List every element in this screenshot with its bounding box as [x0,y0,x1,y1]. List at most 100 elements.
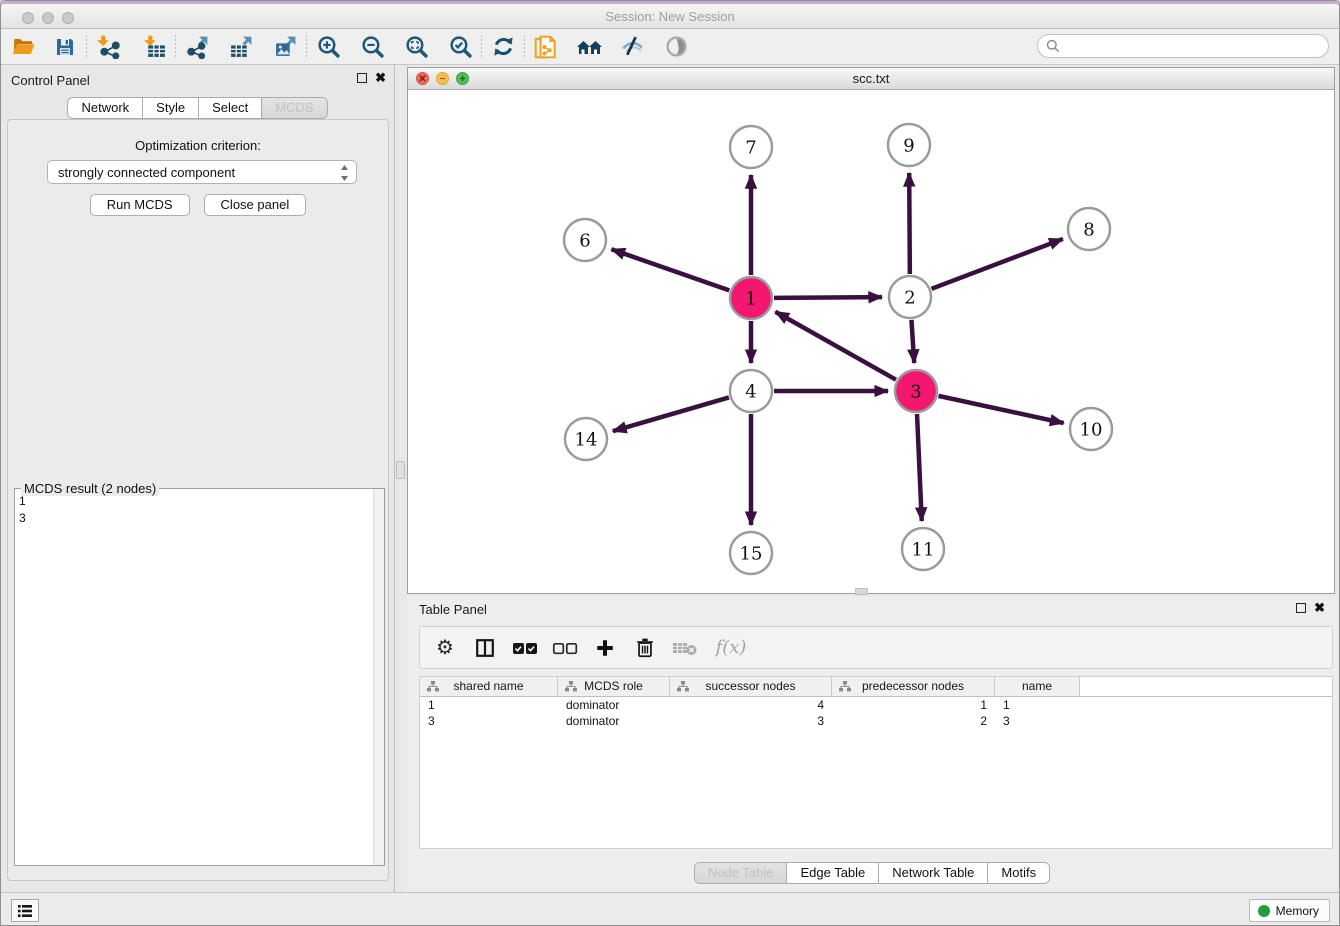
show-hidden-icon[interactable] [662,33,690,61]
criterion-dropdown[interactable]: strongly connected component [47,160,357,184]
network-window-titlebar[interactable]: ✕ − + scc.txt [408,68,1334,90]
table-cell[interactable]: 3 [995,713,1080,729]
table-cell[interactable]: 1 [832,697,995,713]
tab-select[interactable]: Select [198,98,261,118]
edge-2-3[interactable] [911,320,914,363]
edge-3-1[interactable] [775,312,896,380]
node-15[interactable]: 15 [730,532,772,574]
memory-button[interactable]: Memory [1249,899,1330,922]
tab-edge-table[interactable]: Edge Table [786,863,878,883]
optimization-criterion-label: Optimization criterion: [8,138,388,153]
node-10[interactable]: 10 [1070,408,1112,450]
select-all-icon[interactable] [512,635,538,661]
table-cell[interactable]: dominator [558,713,670,729]
node-8[interactable]: 8 [1068,208,1110,250]
table-cell[interactable]: 1 [995,697,1080,713]
table-body: 1dominator4113dominator323 [420,697,1332,848]
close-panel-icon[interactable]: ✖ [375,73,386,83]
save-session-icon[interactable] [51,33,79,61]
node-label: 2 [904,288,915,309]
table-cell[interactable]: 4 [670,697,832,713]
column-header-shared-name[interactable]: shared name [420,677,558,696]
delete-column-icon[interactable] [632,635,658,661]
search-field[interactable] [1037,34,1329,58]
table-settings-icon[interactable]: ⚙ [432,635,458,661]
table-close-icon[interactable]: ✖ [1314,603,1325,613]
application-window: Session: New Session [0,0,1340,926]
edge-3-10[interactable] [938,396,1063,423]
edge-3-11[interactable] [917,414,922,521]
export-table-icon[interactable] [227,33,255,61]
zoom-selected-icon[interactable] [446,33,474,61]
new-network-from-selection-icon[interactable] [532,33,560,61]
mcds-result-text[interactable]: 1 3 [19,493,26,527]
export-network-icon[interactable] [183,33,211,61]
column-header-successor-nodes[interactable]: successor nodes [670,677,832,696]
node-2[interactable]: 2 [889,276,931,318]
tab-network-table[interactable]: Network Table [878,863,987,883]
tab-network[interactable]: Network [68,98,142,118]
table-float-icon[interactable] [1296,603,1306,613]
add-column-icon[interactable] [592,635,618,661]
titlebar: Session: New Session [1,1,1339,29]
node-label: 11 [912,540,935,561]
tab-mcds[interactable]: MCDS [261,98,326,118]
node-9[interactable]: 9 [888,124,930,166]
run-mcds-button[interactable]: Run MCDS [90,194,190,216]
import-table-icon[interactable] [140,33,168,61]
tab-style[interactable]: Style [142,98,198,118]
table-row[interactable]: 1dominator411 [420,697,1332,713]
edge-2-9[interactable] [909,173,910,274]
main-toolbar [1,29,1339,65]
float-panel-icon[interactable] [357,73,367,83]
table-cell[interactable]: dominator [558,697,670,713]
node-4[interactable]: 4 [730,370,772,412]
window-title: Session: New Session [1,9,1339,24]
zoom-out-icon[interactable] [358,33,386,61]
toggle-column-view-icon[interactable] [472,635,498,661]
column-header-MCDS-role[interactable]: MCDS role [558,677,670,696]
apply-layout-icon[interactable] [489,33,517,61]
tab-node-table[interactable]: Node Table [695,863,787,883]
table-cell[interactable]: 2 [832,713,995,729]
panel-divider-grip[interactable] [396,461,405,479]
edge-1-2[interactable] [774,297,882,298]
zoom-fit-content-icon[interactable] [402,33,430,61]
node-3[interactable]: 3 [895,370,937,412]
node-7[interactable]: 7 [730,126,772,168]
result-scrollbar[interactable] [373,489,384,865]
node-14[interactable]: 14 [565,418,607,460]
table-cell[interactable]: 3 [420,713,558,729]
task-history-button[interactable] [11,899,39,922]
mcds-result-box: MCDS result (2 nodes) 1 3 [14,488,385,866]
edge-4-14[interactable] [613,397,729,431]
first-neighbors-icon[interactable] [576,33,604,61]
network-graph: 7 9 6 8 1 2 4 3 14 10 15 11 [408,90,1334,593]
table-row[interactable]: 3dominator323 [420,713,1332,729]
zoom-in-icon[interactable] [314,33,342,61]
edge-2-8[interactable] [932,239,1063,289]
column-header-predecessor-nodes[interactable]: predecessor nodes [832,677,995,696]
deselect-all-icon[interactable] [552,635,578,661]
tab-motifs[interactable]: Motifs [987,863,1049,883]
export-image-icon[interactable] [271,33,299,61]
node-1[interactable]: 1 [730,277,772,319]
search-input[interactable] [1060,37,1328,55]
open-session-icon[interactable] [9,33,37,61]
edge-1-6[interactable] [611,249,729,290]
node-label: 6 [579,231,590,252]
network-resize-grip[interactable] [855,588,868,595]
node-11[interactable]: 11 [902,528,944,570]
import-network-icon[interactable] [94,33,122,61]
column-header-name[interactable]: name [995,677,1080,696]
table-toolbar: ⚙ [419,626,1333,669]
control-panel: Control Panel ✖ NetworkStyleSelectMCDS O… [1,65,395,892]
node-6[interactable]: 6 [564,219,606,261]
close-panel-button[interactable]: Close panel [204,194,307,216]
table-panel-tabs: Node TableEdge TableNetwork TableMotifs [694,862,1050,884]
hide-selected-icon[interactable] [618,33,646,61]
node-table: shared nameMCDS rolesuccessor nodesprede… [419,676,1333,849]
table-cell[interactable]: 3 [670,713,832,729]
table-cell[interactable]: 1 [420,697,558,713]
network-canvas[interactable]: 7 9 6 8 1 2 4 3 14 10 15 11 [408,90,1334,593]
